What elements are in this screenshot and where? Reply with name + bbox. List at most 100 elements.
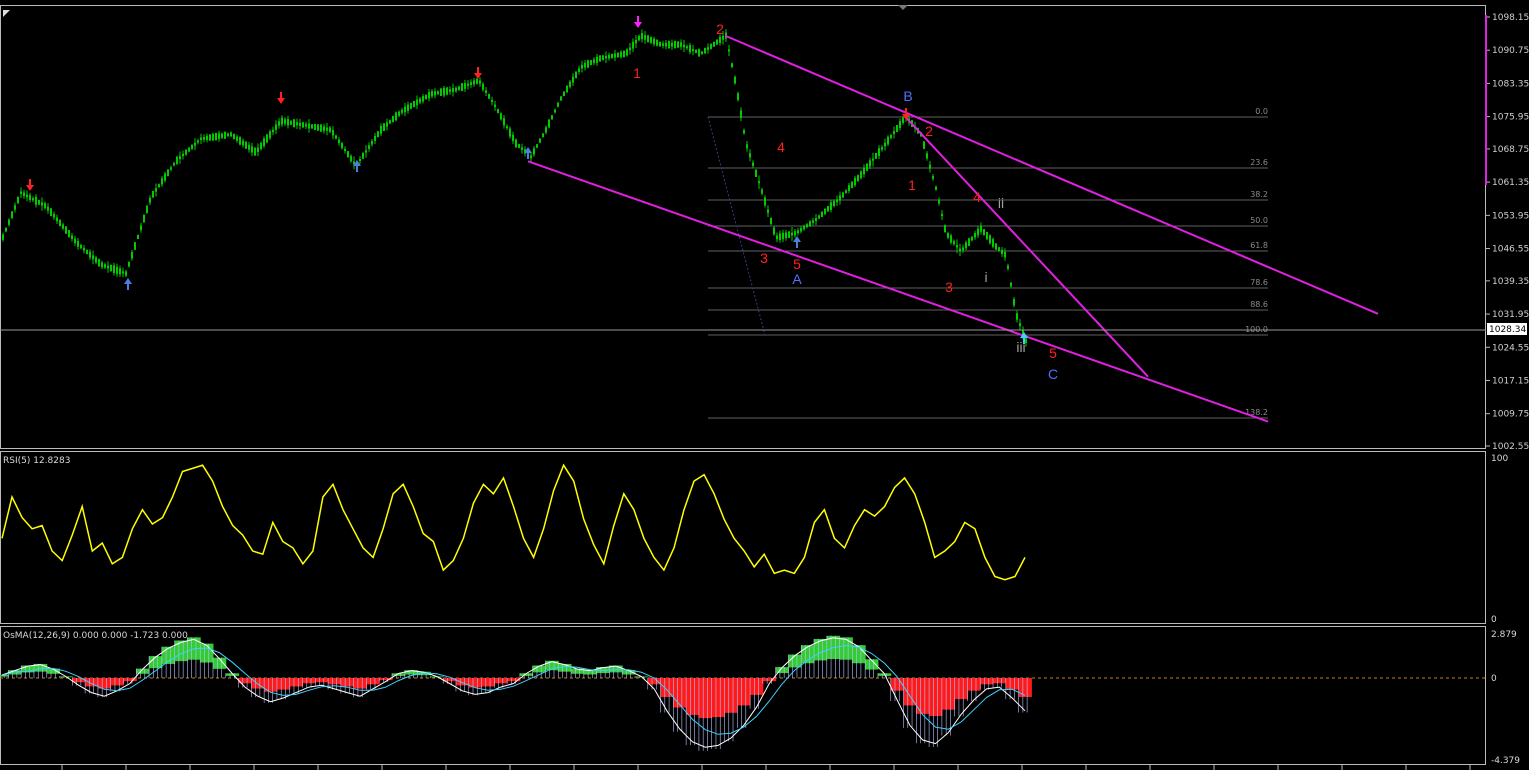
- candle-body: [371, 141, 373, 145]
- candle-body: [530, 155, 532, 159]
- candle-body: [578, 68, 580, 72]
- candle-body: [563, 91, 565, 96]
- candle-body: [944, 224, 946, 233]
- candle-body: [653, 38, 655, 45]
- candle-body: [752, 162, 754, 167]
- candle-body: [191, 145, 193, 149]
- candle-body: [170, 167, 172, 170]
- candle-body: [701, 51, 703, 54]
- candle-body: [737, 93, 739, 100]
- candle-body: [302, 122, 304, 128]
- wave-label: 3: [760, 250, 768, 266]
- candle-body: [719, 36, 721, 44]
- candle-body: [464, 83, 466, 89]
- candle-body: [215, 132, 217, 141]
- candle-body: [323, 126, 325, 131]
- candle-body: [773, 227, 775, 235]
- candle-body: [557, 102, 559, 107]
- osma-bar: [302, 678, 316, 684]
- candle-body: [980, 225, 982, 232]
- candle-body: [1019, 323, 1021, 327]
- candle-body: [614, 53, 616, 58]
- candle-body: [269, 131, 271, 139]
- osma-bar: [852, 645, 866, 664]
- candle-body: [59, 219, 61, 227]
- osma-bar: [1018, 678, 1032, 697]
- candle-body: [716, 39, 718, 45]
- candle-body: [392, 115, 394, 123]
- candle-body: [1001, 249, 1003, 254]
- candle-body: [368, 145, 370, 149]
- osma-bar: [353, 678, 367, 689]
- candle-body: [314, 124, 316, 130]
- candle-body: [8, 219, 10, 225]
- candle-body: [35, 196, 37, 205]
- candle-body: [806, 224, 808, 228]
- wave-label: A: [792, 271, 802, 287]
- candle-body: [80, 244, 82, 249]
- candle-body: [344, 148, 346, 152]
- candle-body: [326, 127, 328, 131]
- candle-body: [878, 148, 880, 157]
- candle-body: [650, 36, 652, 44]
- candle-body: [815, 218, 817, 222]
- candle-body: [746, 144, 748, 149]
- candle-body: [674, 40, 676, 49]
- osma-bar: [993, 678, 1007, 684]
- candle-body: [518, 144, 520, 148]
- price-tick-label: 1061.35: [1492, 178, 1529, 188]
- candle-body: [341, 143, 343, 149]
- osma-bar: [200, 643, 214, 663]
- candle-body: [671, 42, 673, 47]
- candle-body: [641, 32, 643, 40]
- candle-body: [44, 202, 46, 209]
- candle-body: [362, 152, 364, 159]
- candle-body: [428, 91, 430, 99]
- candle-body: [761, 189, 763, 194]
- candle-body: [230, 132, 232, 137]
- candle-body: [182, 153, 184, 157]
- candle-body: [149, 197, 151, 203]
- rsi-min-label: 0: [1491, 615, 1497, 625]
- candle-body: [245, 141, 247, 149]
- osma-bar: [660, 678, 674, 697]
- candle-body: [482, 83, 484, 90]
- price-tick-label: 1002.55: [1492, 442, 1529, 452]
- candle-body: [545, 127, 547, 133]
- candle-body: [767, 209, 769, 213]
- candle-body: [257, 147, 259, 153]
- candle-body: [407, 104, 409, 111]
- osma-bar: [174, 640, 188, 662]
- candle-body: [308, 123, 310, 129]
- candle-body: [263, 138, 265, 146]
- candle-body: [224, 131, 226, 139]
- chart-background: [0, 0, 1529, 770]
- candle-body: [938, 199, 940, 204]
- candle-body: [515, 139, 517, 148]
- candle-body: [677, 41, 679, 48]
- candle-body: [260, 142, 262, 150]
- candle-body: [845, 190, 847, 193]
- candle-body: [854, 177, 856, 186]
- candle-body: [470, 82, 472, 86]
- candle-body: [605, 55, 607, 59]
- osma-bar: [276, 678, 291, 690]
- candle-body: [311, 124, 313, 129]
- candle-body: [509, 128, 511, 137]
- candle-body: [713, 41, 715, 47]
- candle-body: [971, 237, 973, 241]
- candle-body: [809, 221, 811, 227]
- candle-body: [446, 87, 448, 95]
- candle-body: [842, 192, 844, 198]
- candle-body: [836, 199, 838, 203]
- candle-body: [62, 224, 64, 229]
- candle-body: [278, 121, 280, 126]
- trading-chart[interactable]: 1098.151090.751083.351075.951068.751061.…: [0, 0, 1529, 770]
- candle-body: [281, 117, 283, 125]
- candle-body: [434, 91, 436, 96]
- candle-body: [5, 227, 7, 232]
- wave-label: B: [903, 88, 912, 104]
- candle-body: [635, 39, 637, 44]
- candle-body: [782, 232, 784, 240]
- candle-body: [959, 248, 961, 252]
